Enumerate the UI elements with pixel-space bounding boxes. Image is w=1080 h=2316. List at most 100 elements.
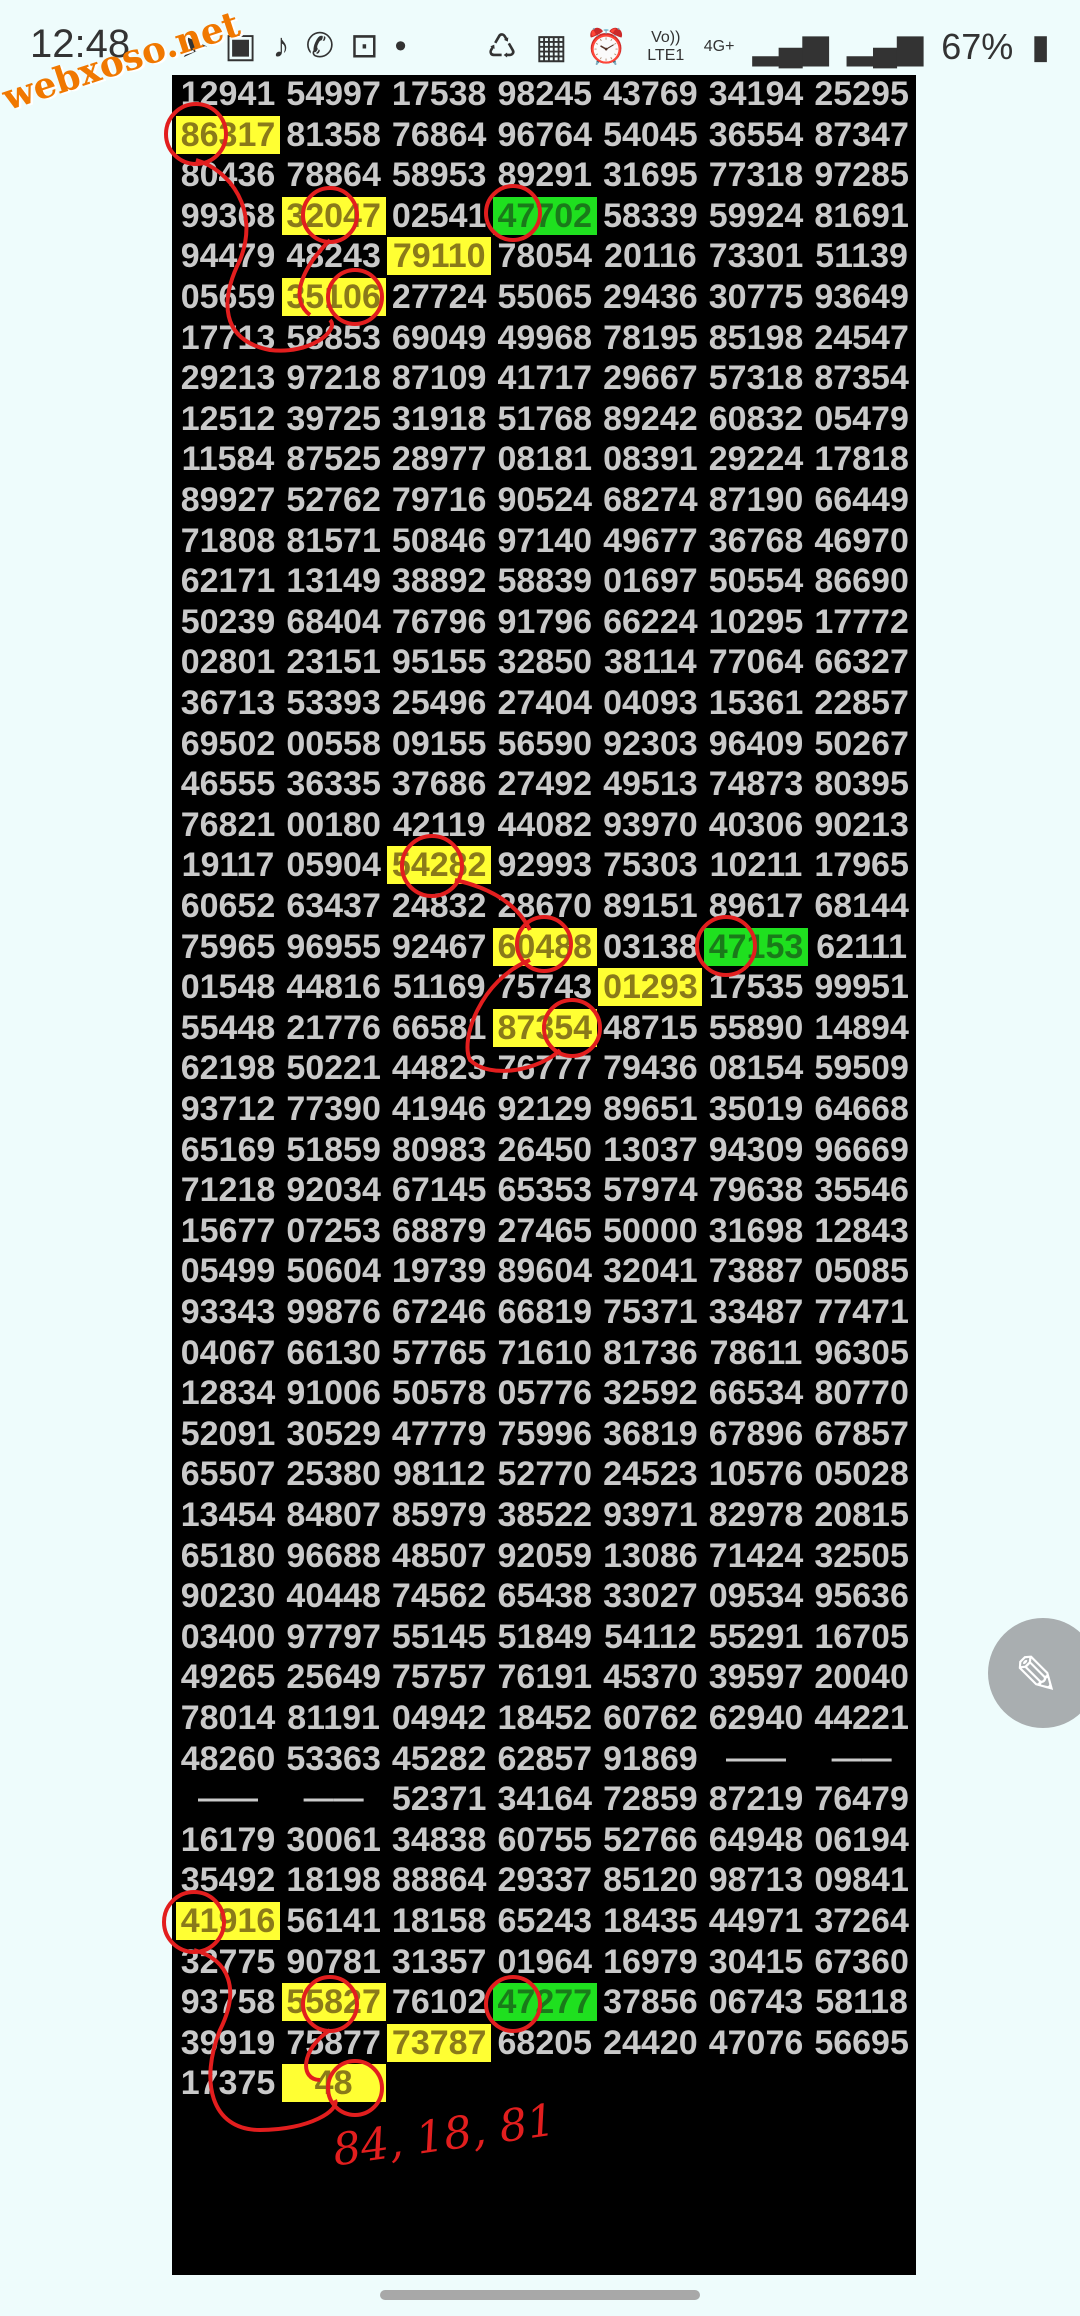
table-row: 94479 48243 79110 78054 20116 73301 51139 bbox=[172, 237, 916, 277]
table-cell: 13037 bbox=[603, 1130, 698, 1169]
table-cell: 86317 bbox=[176, 115, 280, 154]
table-cell: 49968 bbox=[497, 318, 593, 357]
table-cell: 93712 bbox=[180, 1090, 276, 1128]
table-cell: 55448 bbox=[180, 1008, 276, 1047]
table-cell bbox=[810, 2064, 914, 2102]
table-cell: 55890 bbox=[708, 1008, 804, 1047]
table-cell: 95155 bbox=[391, 643, 487, 682]
table-cell: 05499 bbox=[180, 1252, 276, 1291]
table-cell: 96688 bbox=[286, 1536, 381, 1575]
table-cell: 57974 bbox=[603, 1171, 698, 1210]
table-cell: 48243 bbox=[286, 237, 381, 276]
table-cell: 40306 bbox=[708, 805, 804, 844]
table-row: 15677 07253 68879 27465 50000 31698 12843 bbox=[172, 1212, 916, 1252]
table-row: 11584 87525 28977 08181 08391 29224 17818 bbox=[172, 440, 916, 480]
table-row: 99368 32047 02541 47702 58339 59924 81691 bbox=[172, 196, 916, 237]
table-cell: 17965 bbox=[814, 846, 909, 885]
table-cell: 67857 bbox=[814, 1414, 909, 1453]
table-cell: 17713 bbox=[180, 318, 276, 357]
table-cell: 80436 bbox=[180, 156, 276, 195]
table-cell: 25295 bbox=[814, 75, 909, 113]
table-cell: 19739 bbox=[391, 1252, 487, 1291]
table-cell: 31695 bbox=[603, 156, 698, 195]
table-cell: 08391 bbox=[603, 440, 698, 479]
table-cell: 27404 bbox=[497, 684, 593, 722]
table-cell: 25649 bbox=[286, 1658, 381, 1697]
table-cell: 91796 bbox=[497, 602, 593, 641]
table-cell: 09841 bbox=[814, 1861, 909, 1900]
table-cell: 44971 bbox=[708, 1902, 804, 1940]
table-cell: 50604 bbox=[286, 1252, 381, 1291]
table-cell: 12843 bbox=[814, 1211, 909, 1250]
table-row: 39919 75877 73787 68205 24420 47076 56695 bbox=[172, 2023, 916, 2064]
table-cell: 81691 bbox=[814, 196, 909, 235]
table-cell: 16979 bbox=[603, 1942, 698, 1981]
battery-icon: ▮ bbox=[1031, 28, 1050, 66]
table-cell: 98713 bbox=[708, 1861, 804, 1900]
table-cell: 47153 bbox=[704, 927, 808, 966]
table-cell: 67246 bbox=[391, 1293, 487, 1331]
table-cell: 87354 bbox=[814, 359, 909, 398]
table-cell: 79638 bbox=[708, 1171, 804, 1210]
table-cell: 92059 bbox=[497, 1536, 593, 1575]
battery-percent: 67% bbox=[941, 26, 1014, 67]
table-cell: 54282 bbox=[387, 846, 492, 885]
table-cell: 86690 bbox=[814, 562, 909, 601]
table-cell: 06743 bbox=[708, 1983, 804, 2022]
table-row: 17713 58853 69049 49968 78195 85198 24547 bbox=[172, 319, 916, 359]
table-cell: 50267 bbox=[814, 724, 909, 763]
table-cell: 71808 bbox=[180, 521, 276, 560]
table-cell: 60755 bbox=[497, 1820, 593, 1859]
table-cell: 12512 bbox=[180, 399, 276, 438]
table-cell: 75757 bbox=[391, 1658, 487, 1697]
table-cell: 74873 bbox=[708, 765, 804, 804]
table-cell: 52766 bbox=[603, 1820, 698, 1859]
table-cell: 75877 bbox=[286, 2023, 381, 2062]
edit-fab-button[interactable]: ✎ bbox=[988, 1618, 1080, 1728]
table-cell: 89604 bbox=[497, 1252, 593, 1291]
table-cell: 92303 bbox=[603, 724, 698, 763]
table-cell: 28670 bbox=[497, 887, 593, 925]
table-cell: 58853 bbox=[286, 318, 381, 357]
table-cell: 81571 bbox=[286, 521, 381, 560]
table-cell: 27724 bbox=[391, 278, 487, 316]
table-cell: 99368 bbox=[180, 196, 276, 235]
table-row: 02801 23151 95155 32850 38114 77064 66327 bbox=[172, 643, 916, 683]
phone-icon: ✆ bbox=[305, 27, 335, 65]
table-cell: 47779 bbox=[391, 1414, 487, 1453]
table-cell: —— bbox=[303, 1782, 364, 1816]
table-row: 48260 53363 45282 62857 91869 —— —— bbox=[172, 1740, 916, 1780]
table-cell: 50554 bbox=[708, 562, 804, 601]
table-cell: 31357 bbox=[391, 1942, 487, 1981]
table-cell: 59924 bbox=[708, 196, 804, 235]
table-cell: 48507 bbox=[391, 1536, 487, 1575]
gesture-nav-handle[interactable] bbox=[380, 2290, 700, 2300]
table-cell: 99951 bbox=[814, 968, 909, 1007]
table-cell: 29667 bbox=[603, 359, 698, 398]
table-cell: 49265 bbox=[180, 1658, 276, 1697]
table-cell: 31698 bbox=[708, 1211, 804, 1250]
table-cell: 87354 bbox=[492, 1008, 597, 1047]
table-cell: 18435 bbox=[603, 1902, 698, 1940]
table-cell: 05479 bbox=[814, 399, 909, 438]
table-cell: 03138 bbox=[603, 927, 698, 966]
table-cell: 93971 bbox=[603, 1496, 698, 1534]
table-cell: 50221 bbox=[286, 1049, 381, 1088]
table-cell: 01293 bbox=[598, 968, 703, 1007]
table-cell: 85120 bbox=[603, 1861, 698, 1900]
table-cell: 68205 bbox=[497, 2023, 593, 2062]
table-cell: 97285 bbox=[814, 156, 909, 195]
table-cell: 29337 bbox=[497, 1861, 593, 1900]
table-cell: 20116 bbox=[604, 237, 697, 276]
table-cell: 82978 bbox=[708, 1496, 804, 1534]
table-cell: 47702 bbox=[492, 196, 597, 235]
table-cell: 21776 bbox=[286, 1008, 381, 1047]
table-cell: 96669 bbox=[814, 1130, 909, 1169]
table-cell: 41946 bbox=[391, 1090, 487, 1128]
table-cell: 15677 bbox=[180, 1211, 276, 1250]
table-cell: 90781 bbox=[286, 1942, 381, 1981]
table-cell: 98112 bbox=[392, 1455, 486, 1494]
table-cell: 44816 bbox=[286, 968, 381, 1007]
table-cell: 51169 bbox=[392, 968, 486, 1007]
table-cell: 76479 bbox=[814, 1780, 909, 1819]
